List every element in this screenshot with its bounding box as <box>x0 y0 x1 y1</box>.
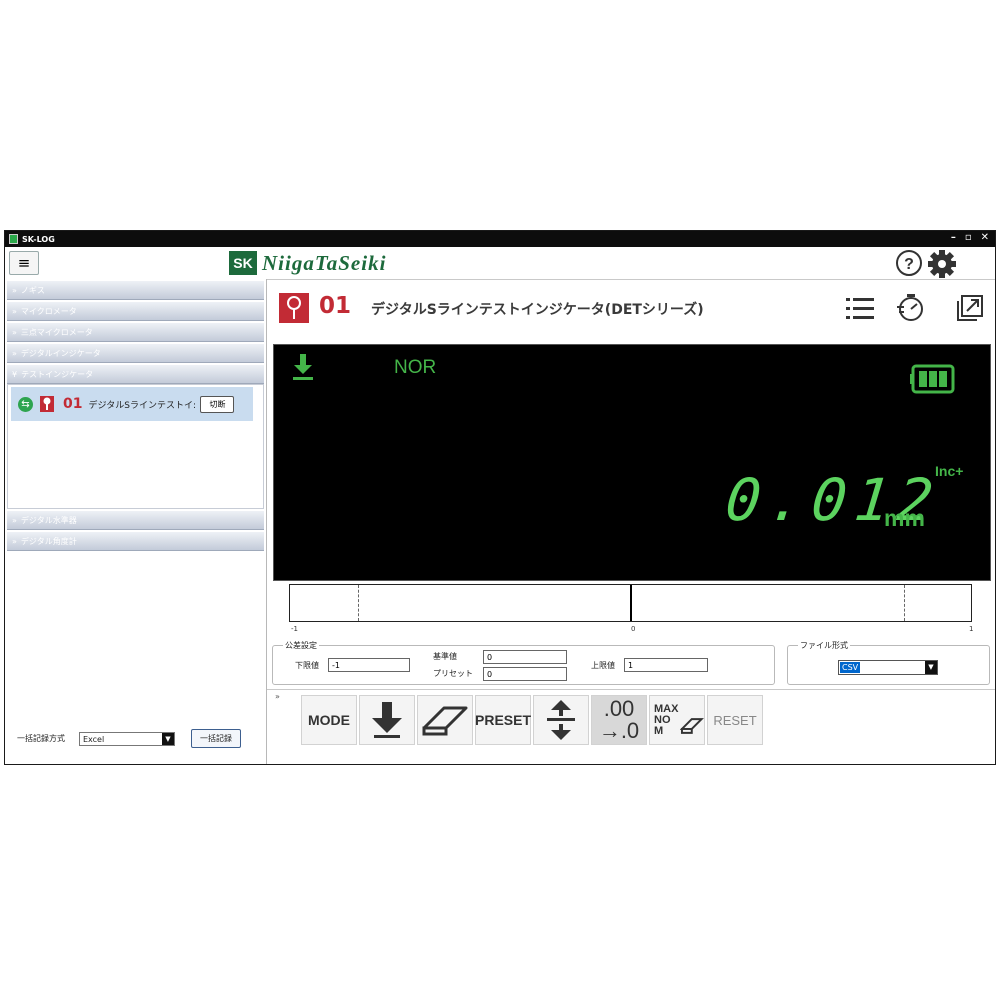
maxnom-label: MAX NO M <box>654 702 679 737</box>
clear-button[interactable] <box>417 695 473 745</box>
maximize-button[interactable]: ▫ <box>965 232 972 243</box>
tolerance-legend: 公差設定 <box>283 640 319 651</box>
display-mode: NOR <box>394 357 437 378</box>
file-format-legend: ファイル形式 <box>798 640 850 651</box>
minimize-button[interactable]: – <box>951 232 956 243</box>
reset-button[interactable]: RESET <box>707 695 763 745</box>
eraser-icon <box>422 706 468 736</box>
device-number: 01 <box>319 293 352 319</box>
category-three-point-micrometer[interactable]: » 三点マイクロメータ <box>7 323 264 342</box>
bulk-record-button[interactable]: 一括記録 <box>191 729 241 748</box>
chevron-right-icon: » <box>12 286 17 295</box>
download-icon <box>293 354 313 380</box>
menu-button[interactable]: ≡ <box>9 251 39 275</box>
logo-mark: SK <box>229 251 257 275</box>
mode-button[interactable]: MODE <box>301 695 357 745</box>
device-title: デジタルSラインテストインジケータ(DETシリーズ) <box>371 302 704 318</box>
title-bar: SK-LOG – ▫ ✕ <box>5 231 995 247</box>
chevron-right-icon: » <box>12 537 17 546</box>
window-title: SK-LOG <box>22 234 55 244</box>
logo-text: NiigaTaSeiki <box>262 250 387 275</box>
chevron-down-icon: ¥ <box>12 370 18 379</box>
svg-text:?: ? <box>904 256 914 273</box>
device-row[interactable]: ⇆ 01 デジタルSラインテストイ: 切断 <box>11 387 253 421</box>
bulk-format-select[interactable]: Excel ▼ <box>79 731 175 746</box>
brand-logo: SK NiigaTaSeiki <box>229 250 386 276</box>
category-digital-level[interactable]: » デジタル水準器 <box>7 511 264 530</box>
disconnect-button[interactable]: 切断 <box>200 395 235 413</box>
file-format-settings: ファイル形式 CSV ▼ <box>787 640 990 685</box>
chevron-right-icon: » <box>12 307 17 316</box>
upper-limit-label: 上限値 <box>591 661 615 670</box>
zero-button[interactable] <box>533 695 589 745</box>
category-digital-indicator[interactable]: » デジタルインジケータ <box>7 344 264 363</box>
probe-icon <box>279 293 309 323</box>
gear-icon[interactable] <box>927 249 957 279</box>
scale-center-label: 0 <box>631 625 636 633</box>
preset-field[interactable]: 0 <box>483 667 567 681</box>
test-indicator-panel: ⇆ 01 デジタルSラインテストイ: 切断 <box>7 384 264 509</box>
close-button[interactable]: ✕ <box>981 232 989 243</box>
resolution-bottom: →.0 <box>598 718 640 743</box>
dropdown-arrow-icon: ▼ <box>162 732 174 745</box>
battery-icon <box>910 364 955 394</box>
chevron-right-icon: » <box>12 516 17 525</box>
base-value-field[interactable]: 0 <box>483 650 567 664</box>
category-calipers[interactable]: » ノギス <box>7 281 264 300</box>
base-value-label: 基準値 <box>433 652 457 661</box>
probe-icon <box>40 396 54 412</box>
function-toolbar: » MODE PRESET .00 →.0 MAX NO M RESET <box>267 689 995 764</box>
preset-label: プリセット <box>433 669 473 678</box>
record-button[interactable] <box>359 695 415 745</box>
scale-min-label: -1 <box>291 625 298 633</box>
app-icon <box>9 234 18 244</box>
app-window: SK-LOG – ▫ ✕ ≡ SK NiigaTaSeiki ? » ノギス »… <box>4 230 996 765</box>
resolution-top: .00 <box>603 696 635 721</box>
popout-icon[interactable] <box>955 293 985 323</box>
window-controls: – ▫ ✕ <box>951 232 989 243</box>
eraser-icon <box>680 718 704 734</box>
lower-limit-field[interactable]: -1 <box>328 658 410 672</box>
app-header: ≡ SK NiigaTaSeiki ? <box>5 247 995 280</box>
lower-limit-marker <box>358 585 359 621</box>
resolution-button[interactable]: .00 →.0 <box>591 695 647 745</box>
upper-limit-marker <box>904 585 905 621</box>
bulk-record-area: 一括記録方式 Excel ▼ 一括記録 <box>17 729 241 748</box>
dropdown-arrow-icon: ▼ <box>925 661 937 674</box>
scale-max-label: 1 <box>969 625 974 633</box>
category-digital-protractor[interactable]: » デジタル角度計 <box>7 532 264 551</box>
file-format-select[interactable]: CSV ▼ <box>838 660 938 675</box>
upper-limit-field[interactable]: 1 <box>624 658 708 672</box>
bulk-record-label: 一括記録方式 <box>17 734 65 743</box>
timer-icon[interactable] <box>895 293 925 323</box>
zero-set-icon <box>547 700 575 740</box>
device-name: デジタルSラインテストイ: <box>88 400 197 411</box>
chevron-right-icon: » <box>12 349 17 358</box>
device-sidebar: » ノギス » マイクロメータ » 三点マイクロメータ » デジタルインジケータ ¥ テス… <box>5 279 267 764</box>
measurement-unit: mm <box>884 505 925 531</box>
list-icon[interactable] <box>845 295 875 323</box>
download-icon <box>372 702 402 738</box>
chevron-right-icon: » <box>12 328 17 337</box>
tolerance-settings: 公差設定 下限値 -1 基準値 0 プリセット 0 上限値 1 <box>272 640 775 685</box>
category-micrometer[interactable]: » マイクロメータ <box>7 302 264 321</box>
category-test-indicator[interactable]: ¥ テストインジケータ <box>7 365 264 384</box>
lower-limit-label: 下限値 <box>295 661 319 670</box>
collapse-toolbar-icon[interactable]: » <box>275 692 280 701</box>
max-min-button[interactable]: MAX NO M <box>649 695 705 745</box>
measurement-display: NOR Inc+ 0.012 mm <box>273 344 991 581</box>
tolerance-scale-bar <box>289 584 972 622</box>
device-number: 01 <box>63 396 83 412</box>
question-circle-icon[interactable]: ? <box>895 249 923 277</box>
device-header: 01 デジタルSラインテストインジケータ(DETシリーズ) <box>267 279 995 339</box>
preset-button[interactable]: PRESET <box>475 695 531 745</box>
main-panel: 01 デジタルSラインテストインジケータ(DETシリーズ) NOR Inc+ 0… <box>267 279 995 764</box>
sync-icon[interactable]: ⇆ <box>18 396 33 412</box>
center-marker <box>630 585 632 621</box>
